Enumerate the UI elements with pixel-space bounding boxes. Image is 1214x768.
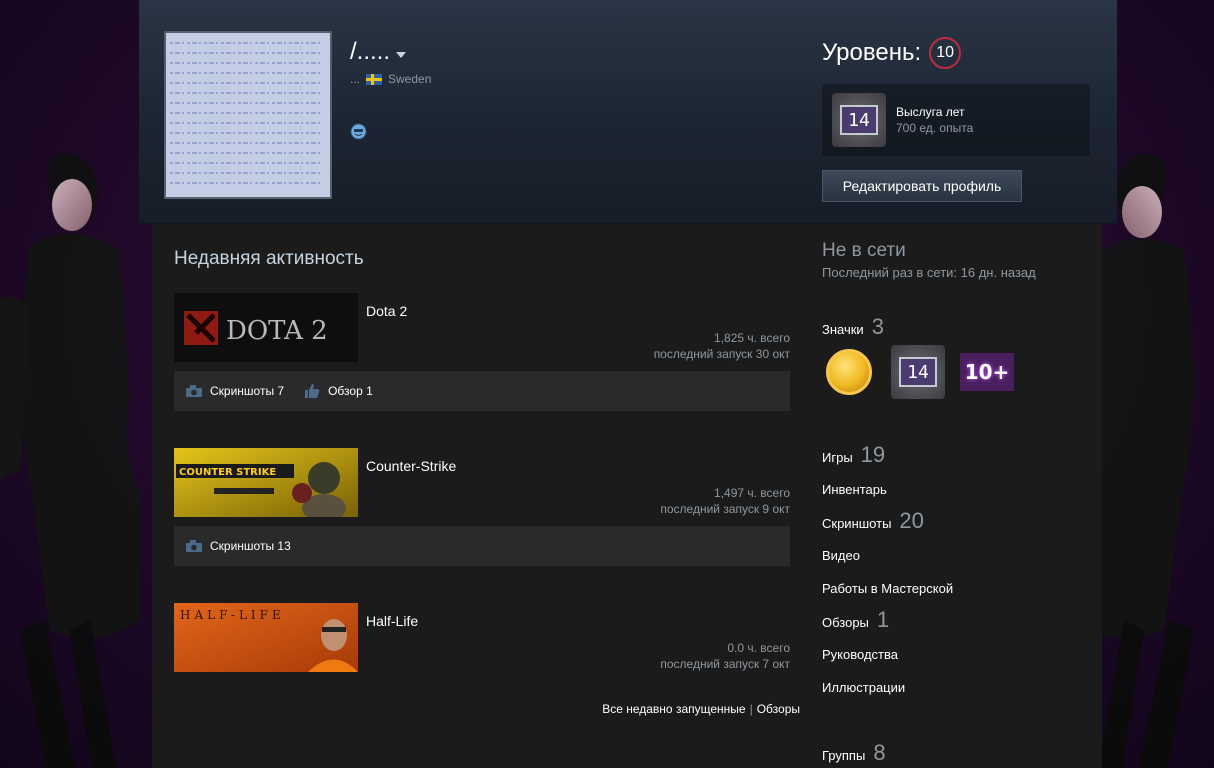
coin-icon	[826, 349, 872, 395]
review-link[interactable]: Обзор 1	[304, 383, 373, 399]
badges-link[interactable]: Значки 3	[822, 314, 884, 340]
favorite-badge-xp: 700 ед. опыта	[896, 121, 974, 135]
dota-capsule-text: DOTA 2	[226, 316, 328, 346]
sidebar-item-count: 19	[860, 442, 886, 467]
profile-level: Уровень: 10	[822, 37, 962, 69]
location-country: Sweden	[388, 72, 432, 86]
avatar[interactable]	[164, 31, 332, 199]
sidebar-item-label: Инвентарь	[822, 482, 887, 497]
sidebar-item-label: Иллюстрации	[822, 680, 906, 695]
game-name[interactable]: Dota 2	[366, 303, 407, 319]
sidebar-item-label: Обзоры	[822, 615, 869, 630]
persona-name-text: /.....	[350, 38, 391, 65]
camera-icon	[186, 385, 202, 397]
link-separator: |	[749, 702, 753, 716]
gold-coin-badge-icon[interactable]	[822, 345, 876, 399]
badge-number: 14	[840, 105, 878, 135]
favorite-badge-title: Выслуга лет	[896, 105, 965, 119]
game-stats-bar: Скриншоты 13	[174, 526, 790, 566]
last-online: Последний раз в сети: 16 дн. назад	[822, 265, 1036, 280]
game-name[interactable]: Counter-Strike	[366, 458, 456, 474]
screenshots-label: Скриншоты 7	[210, 384, 285, 398]
sidebar-item-count: 1	[876, 607, 890, 632]
badge-number: 14	[899, 357, 937, 387]
sidebar-item-guides[interactable]: Руководства	[822, 647, 898, 662]
game-name[interactable]: Half-Life	[366, 613, 418, 629]
game-row: COUNTER STRIKE Counter-Strike 1,497 ч. в…	[174, 448, 790, 568]
level-badge[interactable]: 10	[929, 37, 962, 69]
badges-label: Значки	[822, 322, 864, 337]
game-row: DOTA 2 Dota 2 1,825 ч. всего последний з…	[174, 293, 790, 413]
tenplus-badge-icon[interactable]: 10+	[960, 345, 1014, 399]
sidebar-item-videos[interactable]: Видео	[822, 548, 860, 563]
location-prefix: ...	[350, 72, 361, 86]
badges-count: 3	[871, 314, 884, 339]
game-hours: 1,497 ч. всего	[714, 486, 790, 500]
sidebar-item-label: Скриншоты	[822, 516, 892, 531]
hl-capsule-text: HALF-LIFE	[180, 608, 285, 622]
cs-capsule-text: COUNTER STRIKE	[179, 467, 276, 478]
online-status: Не в сети	[822, 240, 906, 261]
game-capsule-counter-strike[interactable]: COUNTER STRIKE	[174, 448, 358, 517]
edit-profile-button[interactable]: Редактировать профиль	[822, 170, 1022, 202]
chevron-down-icon[interactable]	[396, 52, 407, 58]
game-row: HALF-LIFE Half-Life 0.0 ч. всего последн…	[174, 603, 790, 683]
sidebar-item-inventory[interactable]: Инвентарь	[822, 482, 887, 497]
game-last-played: последний запуск 9 окт	[660, 502, 790, 516]
sweden-flag-icon	[366, 73, 383, 85]
sidebar-item-label: Руководства	[822, 647, 898, 662]
recent-activity-title: Недавняя активность	[174, 248, 364, 269]
sidebar-item-label: Группы	[822, 748, 866, 763]
profile-location: ... Sweden	[350, 72, 431, 86]
game-capsule-dota2[interactable]: DOTA 2	[174, 293, 358, 362]
sidebar-item-label: Видео	[822, 548, 860, 563]
sidebar-item-label: Работы в Мастерской	[822, 581, 954, 596]
favorite-badge-info: Выслуга лет 700 ед. опыта	[896, 105, 973, 135]
screenshots-label: Скриншоты 13	[210, 539, 291, 553]
persona-name[interactable]: /.....	[350, 38, 407, 66]
game-last-played: последний запуск 30 окт	[653, 347, 790, 361]
sidebar-item-screenshots[interactable]: Скриншоты 20	[822, 508, 924, 534]
profile-content: Недавняя активность DOTA 2 Dota 2 1,825 …	[152, 224, 1102, 768]
sidebar-item-label: Игры	[822, 450, 853, 465]
emoticon-icon	[350, 123, 367, 140]
tenplus-text: 10+	[960, 353, 1014, 391]
game-last-played: последний запуск 7 окт	[660, 657, 790, 671]
game-hours: 1,825 ч. всего	[714, 331, 790, 345]
sidebar-item-count: 8	[873, 740, 886, 765]
screenshots-link[interactable]: Скриншоты 7	[186, 384, 284, 398]
thumbs-up-icon	[305, 384, 320, 398]
years-of-service-badge-icon: 14	[832, 93, 886, 147]
level-label: Уровень:	[822, 39, 922, 66]
sidebar-item-count: 20	[899, 508, 924, 533]
recent-activity-links: Все недавно запущенные | Обзоры	[602, 702, 800, 716]
screenshots-link[interactable]: Скриншоты 13	[186, 539, 291, 553]
sidebar-item-groups[interactable]: Группы 8	[822, 740, 886, 766]
game-capsule-half-life[interactable]: HALF-LIFE	[174, 603, 358, 672]
years-of-service-badge-icon[interactable]: 14	[891, 345, 945, 399]
game-hours: 0.0 ч. всего	[727, 641, 790, 655]
review-label: Обзор 1	[328, 384, 373, 398]
camera-icon	[186, 540, 202, 552]
sidebar-item-games[interactable]: Игры 19	[822, 442, 885, 468]
all-recent-link[interactable]: Все недавно запущенные	[602, 702, 745, 716]
badge-showcase: 14 10+	[822, 345, 1014, 399]
sidebar-item-reviews[interactable]: Обзоры 1	[822, 607, 889, 633]
sidebar-item-workshop[interactable]: Работы в Мастерской	[822, 581, 953, 596]
profile-header: /..... ... Sweden Уровень: 10 14 Выслуга…	[139, 0, 1117, 224]
reviews-link[interactable]: Обзоры	[757, 702, 800, 716]
sidebar-item-artwork[interactable]: Иллюстрации	[822, 680, 905, 695]
game-stats-bar: Скриншоты 7 Обзор 1	[174, 371, 790, 411]
favorite-badge[interactable]: 14 Выслуга лет 700 ед. опыта	[822, 84, 1090, 156]
